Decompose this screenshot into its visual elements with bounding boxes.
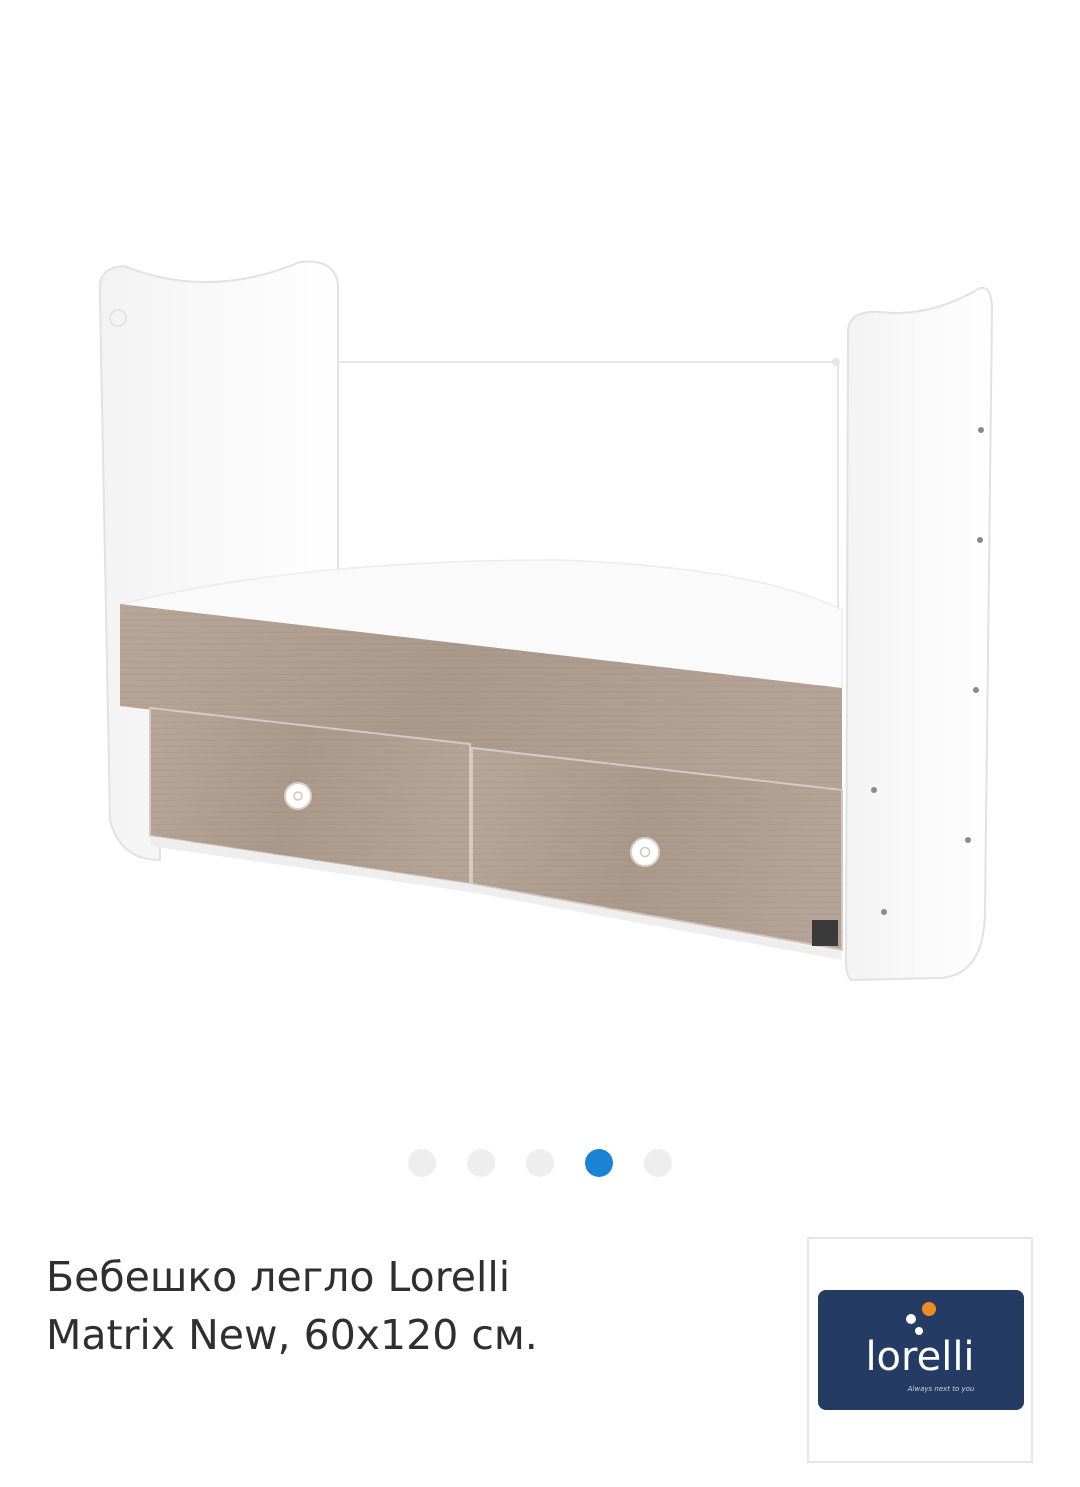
product-title-line-1: Бебешко легло Lorelli — [46, 1253, 511, 1301]
gallery-pagination — [0, 1148, 1080, 1178]
gallery-dot-5[interactable] — [644, 1149, 672, 1177]
crib-image — [98, 260, 994, 982]
brand-logo-link[interactable]: lorelli Always next to you — [807, 1237, 1033, 1463]
product-title: Бебешко легло Lorelli Matrix New, 60x120… — [46, 1248, 766, 1364]
gallery-dot-1[interactable] — [408, 1149, 436, 1177]
lorelli-logo-tagline: Always next to you — [907, 1385, 975, 1393]
product-title-line-2: Matrix New, 60x120 см. — [46, 1311, 538, 1359]
gallery-dot-2[interactable] — [467, 1149, 495, 1177]
gallery-dot-3[interactable] — [526, 1149, 554, 1177]
product-image-gallery[interactable] — [0, 0, 1080, 1120]
gallery-dot-4-active[interactable] — [585, 1149, 613, 1177]
lorelli-logo-text: lorelli — [865, 1334, 974, 1380]
lorelli-logo: lorelli Always next to you — [818, 1290, 1024, 1410]
